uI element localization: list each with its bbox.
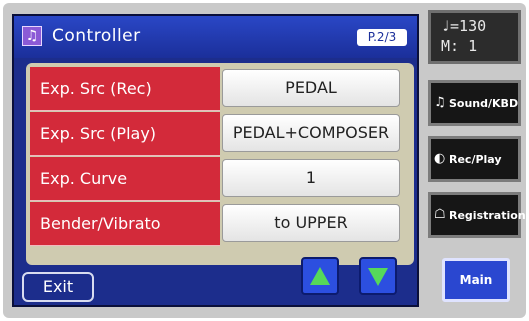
arrow-down-icon [368,268,388,286]
param-row-exp-curve: Exp. Curve 1 [30,157,409,201]
param-value-button[interactable]: PEDAL [222,69,400,107]
registration-label: Registration [449,209,526,222]
param-label: Exp. Src (Rec) [30,67,220,111]
scroll-down-button[interactable] [359,257,397,295]
page-indicator: P.2/3 [357,29,407,46]
lcd-screen: ♫ Controller P.2/3 Exp. Src (Rec) PEDAL … [12,14,419,307]
rec-play-label: Rec/Play [449,153,502,166]
sound-kbd-label: Sound/KBD [449,97,519,110]
registration-button[interactable]: ☖ Registration [428,192,526,238]
param-row-exp-src-rec: Exp. Src (Rec) PEDAL [30,67,409,111]
param-label: Bender/Vibrato [30,202,220,246]
scroll-up-button[interactable] [301,257,339,295]
main-button[interactable]: Main [442,258,510,302]
param-row-exp-src-play: Exp. Src (Play) PEDAL+COMPOSER [30,112,409,156]
record-play-icon: ◐ [434,151,446,166]
sound-kbd-button[interactable]: ♫ Sound/KBD [428,80,521,126]
tempo-readout: ♩=130 [441,17,487,35]
rec-play-button[interactable]: ◐ Rec/Play [428,136,521,182]
measure-readout: M: 1 [441,37,478,55]
screen-title: Controller [52,26,141,46]
param-label: Exp. Curve [30,157,220,201]
param-value-button[interactable]: PEDAL+COMPOSER [222,114,400,152]
param-label: Exp. Src (Play) [30,112,220,156]
param-value-button[interactable]: 1 [222,159,400,197]
param-value-button[interactable]: to UPPER [222,204,400,242]
title-bar: ♫ Controller P.2/3 [14,16,417,58]
registration-icon: ☖ [434,207,446,222]
arrow-up-icon [310,267,330,285]
param-row-bender-vibrato: Bender/Vibrato to UPPER [30,202,409,246]
music-note-icon: ♫ [434,95,446,110]
exit-button[interactable]: Exit [22,272,94,302]
tempo-measure-display: ♩=130 M: 1 [428,10,521,64]
music-note-icon: ♫ [22,26,42,46]
